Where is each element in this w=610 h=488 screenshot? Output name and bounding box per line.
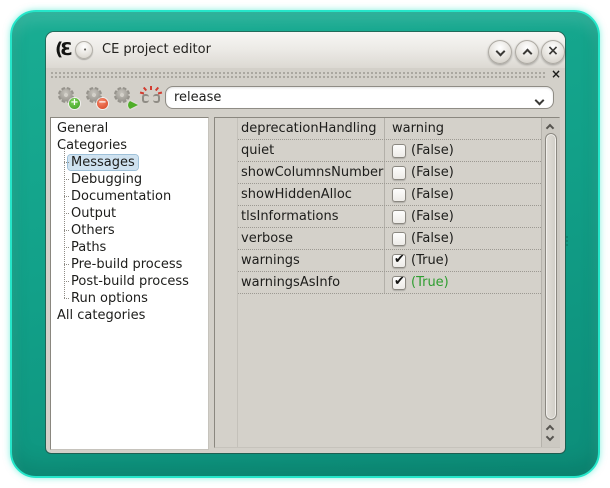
property-name: quiet xyxy=(241,140,274,161)
sidebar-item-pre-build-process[interactable]: Pre-build process xyxy=(51,256,208,273)
table-row[interactable]: verbose (False) xyxy=(238,228,541,250)
checkbox-unchecked[interactable] xyxy=(392,166,406,180)
close-icon: × xyxy=(547,43,559,59)
pin-dot-icon: • xyxy=(83,48,87,52)
check-icon: ✔ xyxy=(394,252,405,267)
close-button[interactable]: × xyxy=(541,40,565,64)
screenshot-canvas: (Ɛ • CE project editor × × + − xyxy=(0,0,610,488)
vertical-scrollbar[interactable] xyxy=(541,118,560,447)
app-logo: (Ɛ xyxy=(55,39,70,60)
scroll-up-button[interactable] xyxy=(547,423,555,431)
combobox-value: release xyxy=(174,87,221,108)
maximize-button[interactable] xyxy=(515,40,539,64)
sidebar-item-messages[interactable]: Messages xyxy=(51,154,208,171)
chevron-up-icon xyxy=(522,49,532,59)
broken-link-icon xyxy=(141,86,161,106)
sidebar-item-general[interactable]: General xyxy=(51,120,208,137)
toolbar-close-button[interactable]: × xyxy=(551,67,561,81)
toolbar: + − release xyxy=(46,80,565,114)
category-tree-panel: General Categories Messages Debugging Do… xyxy=(50,117,209,450)
chevron-down-icon xyxy=(546,433,554,441)
remove-configuration-button[interactable]: − xyxy=(83,84,107,108)
sidebar-item-post-build-process[interactable]: Post-build process xyxy=(51,273,208,290)
checkbox-checked[interactable]: ✔ xyxy=(392,276,406,290)
table-row[interactable]: tlsInformations (False) xyxy=(238,206,541,228)
resize-grip-dots[interactable] xyxy=(566,236,568,248)
add-configuration-button[interactable]: + xyxy=(55,84,79,108)
sidebar-item-output[interactable]: Output xyxy=(51,205,208,222)
sidebar-item-debugging[interactable]: Debugging xyxy=(51,171,208,188)
property-name: warningsAsInfo xyxy=(241,272,340,293)
table-row[interactable]: showColumnsNumber (False) xyxy=(238,162,541,184)
arrow-right-icon xyxy=(128,100,138,110)
property-name: showHiddenAlloc xyxy=(241,184,352,205)
plus-badge-icon: + xyxy=(69,98,80,109)
table-row[interactable]: deprecationHandling warning xyxy=(238,118,541,140)
property-name: warnings xyxy=(241,250,300,271)
toolbar-drag-handle[interactable] xyxy=(50,71,547,79)
properties-table: deprecationHandling warning quiet (False… xyxy=(238,118,541,294)
scroll-up-button[interactable] xyxy=(547,122,555,130)
configuration-combobox[interactable]: release xyxy=(165,86,554,109)
table-row[interactable]: showHiddenAlloc (False) xyxy=(238,184,541,206)
sidebar-item-run-options[interactable]: Run options xyxy=(51,290,208,307)
chevron-down-icon xyxy=(495,47,505,57)
property-name: verbose xyxy=(241,228,293,249)
category-tree: General Categories Messages Debugging Do… xyxy=(51,118,208,449)
scrollbar-thumb[interactable] xyxy=(545,133,557,420)
check-icon: ✔ xyxy=(394,274,405,289)
titlebar[interactable]: (Ɛ • CE project editor × xyxy=(46,32,565,68)
sidebar-item-categories[interactable]: Categories xyxy=(51,137,208,154)
checkbox-unchecked[interactable] xyxy=(392,210,406,224)
property-name: tlsInformations xyxy=(241,206,339,227)
sidebar-item-others[interactable]: Others xyxy=(51,222,208,239)
properties-panel: deprecationHandling warning quiet (False… xyxy=(214,117,560,448)
table-row[interactable]: warnings ✔ (True) xyxy=(238,250,541,272)
ce-project-editor-window: (Ɛ • CE project editor × × + − xyxy=(46,32,565,453)
sidebar-item-paths[interactable]: Paths xyxy=(51,239,208,256)
checkbox-unchecked[interactable] xyxy=(392,188,406,202)
property-name: showColumnsNumber xyxy=(241,162,383,183)
table-row[interactable]: quiet (False) xyxy=(238,140,541,162)
sidebar-item-documentation[interactable]: Documentation xyxy=(51,188,208,205)
unlink-configuration-button[interactable] xyxy=(139,84,163,108)
sidebar-item-all-categories[interactable]: All categories xyxy=(51,307,208,324)
checkbox-unchecked[interactable] xyxy=(392,144,406,158)
shade-button[interactable] xyxy=(488,40,512,64)
chevron-up-icon xyxy=(546,124,554,132)
property-name: deprecationHandling xyxy=(241,118,377,139)
copy-configuration-button[interactable] xyxy=(111,84,135,108)
checkbox-checked[interactable]: ✔ xyxy=(392,254,406,268)
table-row[interactable]: warningsAsInfo ✔ (True) xyxy=(238,272,541,294)
window-title: CE project editor xyxy=(102,32,211,68)
pin-button[interactable]: • xyxy=(75,41,93,59)
scroll-down-button[interactable] xyxy=(547,434,555,442)
minus-badge-icon: − xyxy=(97,98,108,109)
checkbox-unchecked[interactable] xyxy=(392,232,406,246)
chevron-down-icon xyxy=(535,96,545,106)
